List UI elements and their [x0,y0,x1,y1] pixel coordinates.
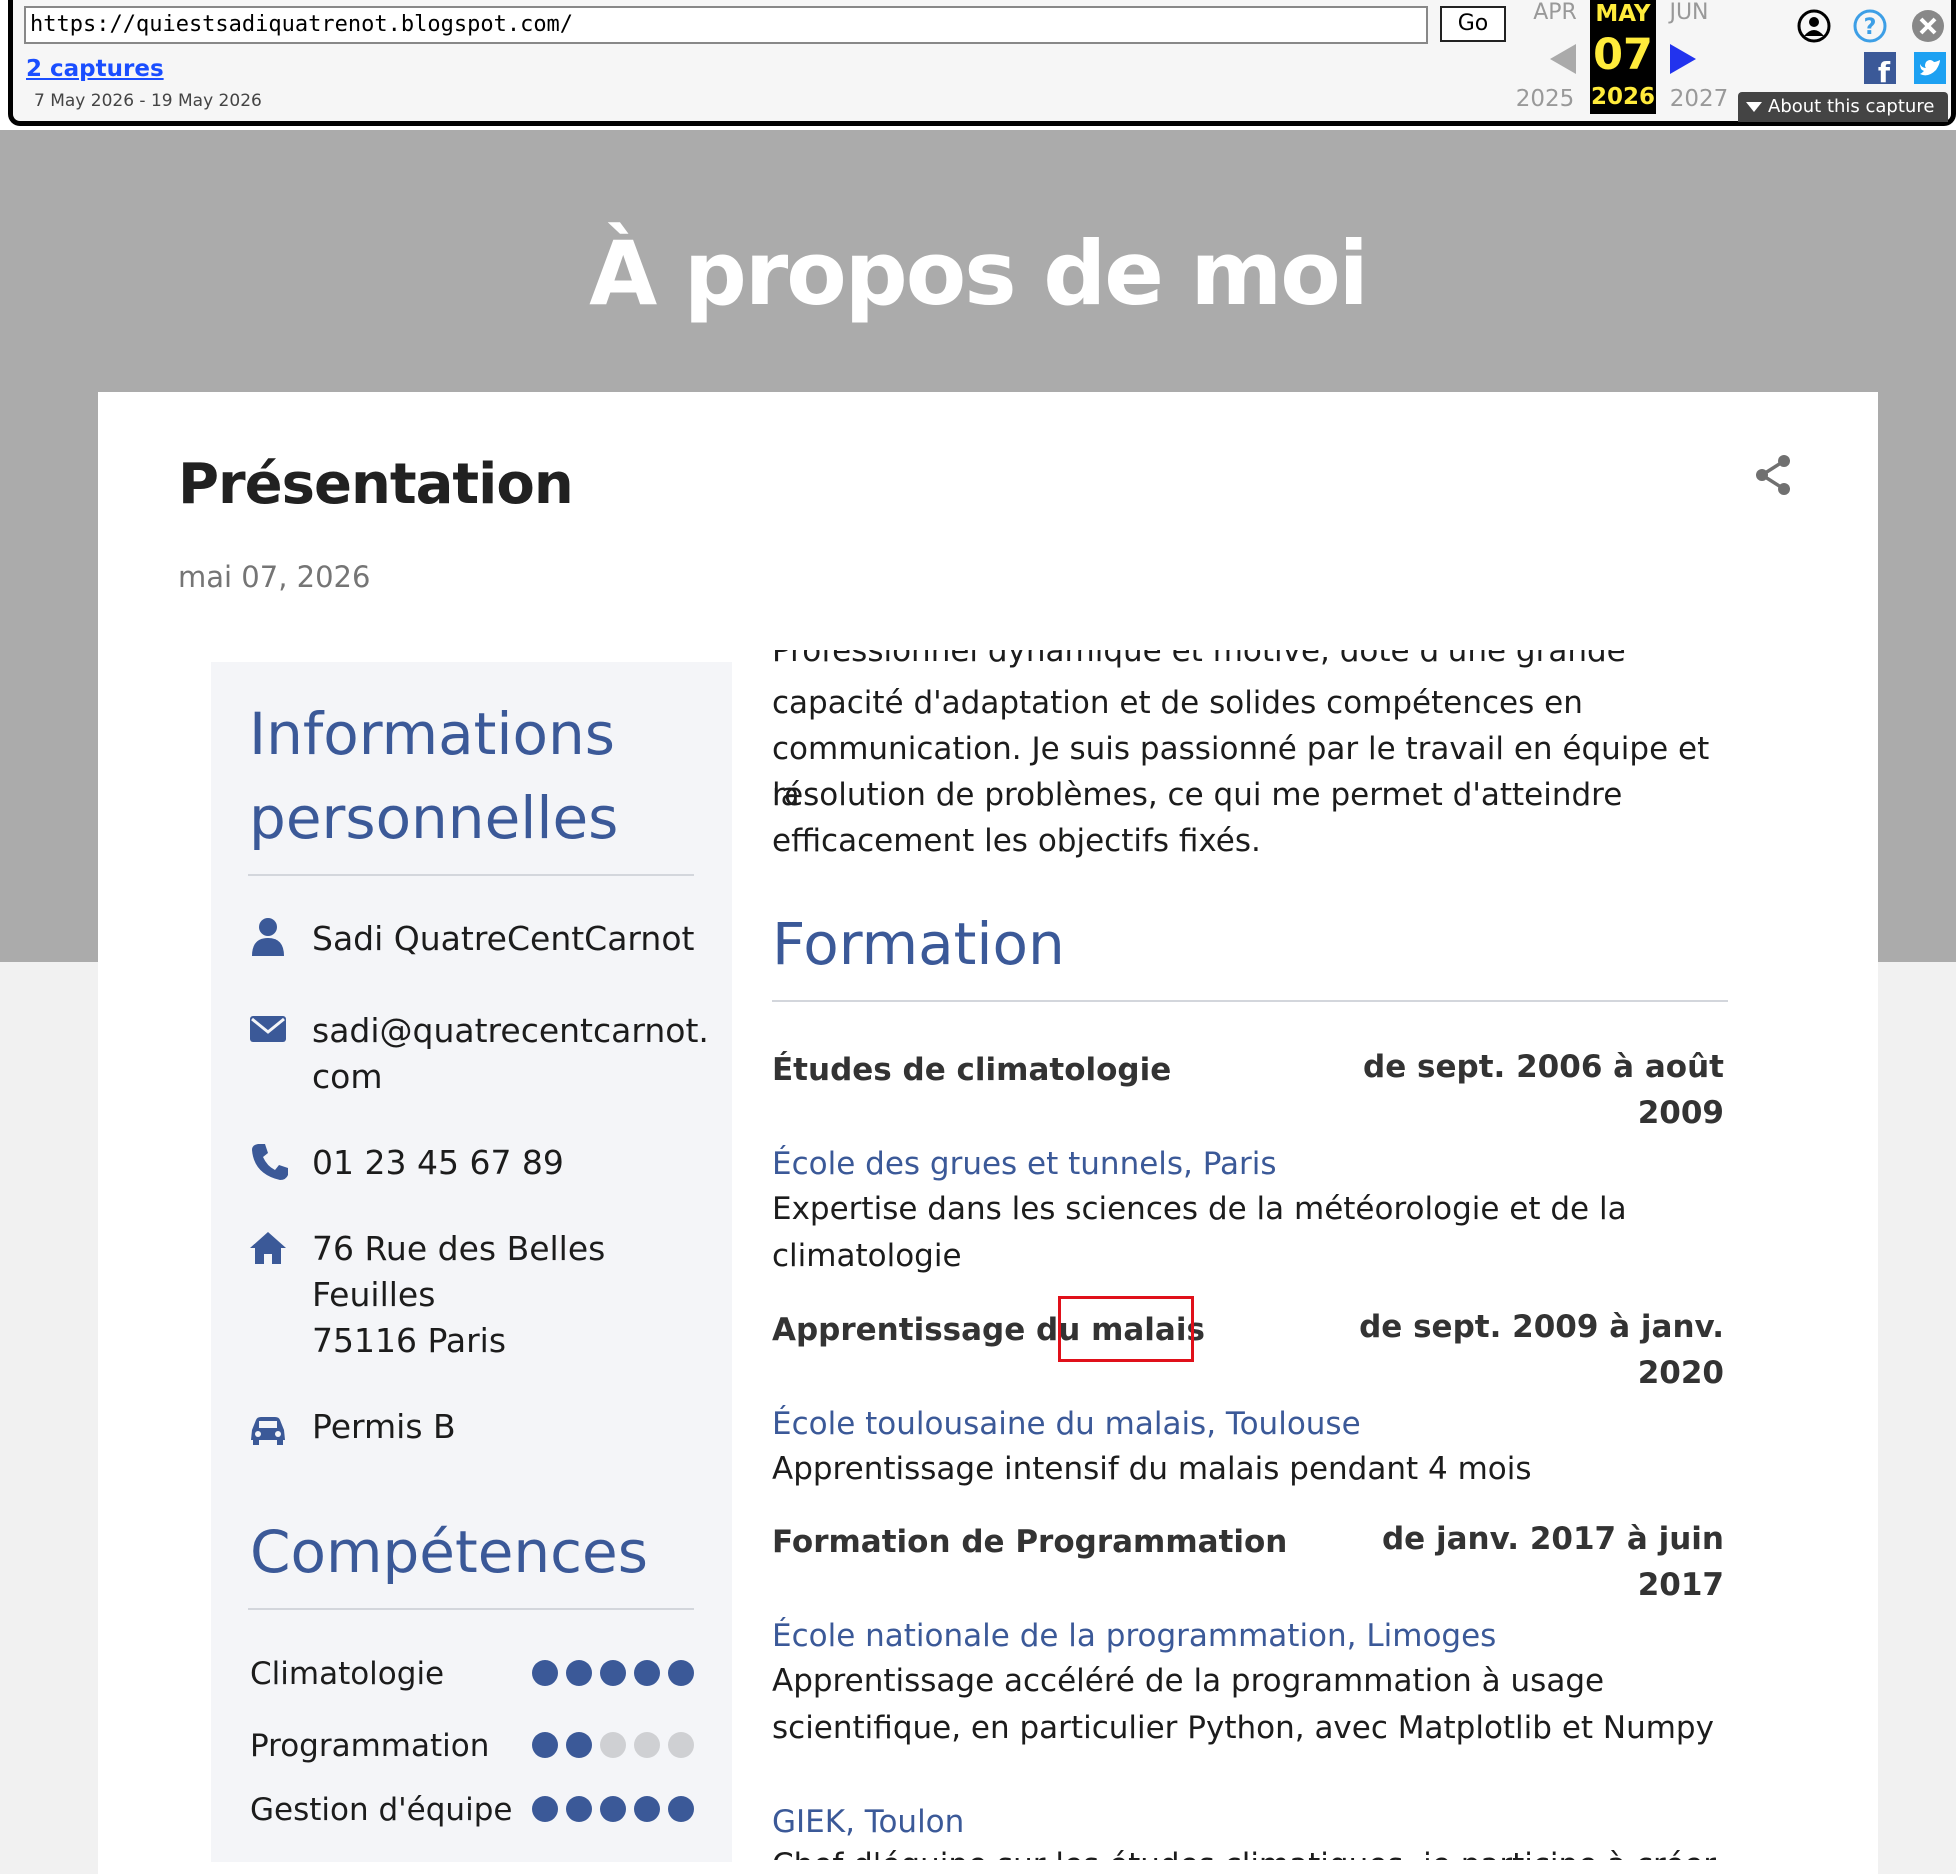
cv-email-line1: sadi@quatrecentcarnot. [312,1011,709,1050]
cv-name: Sadi QuatreCentCarnot [312,919,695,958]
facebook-icon[interactable]: f [1864,52,1896,84]
skill-rating [532,1660,694,1686]
wayback-toolbar: https://quiestsadiquatrenot.blogspot.com… [0,0,1956,130]
rating-dot-filled [566,1732,592,1758]
edu-date-line2: 2017 [1637,1567,1724,1603]
about-capture-label: About this capture [1768,96,1935,117]
info-heading-line2: personnelles [249,784,619,852]
home-icon [250,1232,286,1264]
cv-email-line2: com [312,1057,383,1096]
edu-date-programmation: de janv. 2017 à juin 2017 [1304,1516,1724,1608]
intro-line5: efficacement les objectifs fixés. [772,823,1261,859]
cv-address-line3: 75116 Paris [312,1321,507,1360]
skill-name: Climatologie [250,1656,445,1692]
skill-name: Programmation [250,1728,490,1764]
envelope-icon [250,1016,286,1042]
intro-line-cut: Professionnel dynamique et motivé, doté … [772,650,1626,669]
cv-address-line2: Feuilles [312,1275,436,1314]
current-month: MAY [1595,1,1651,27]
experience-desc-cut: Chef d'équipe sur les études climatiques… [772,1842,1716,1860]
car-icon [251,1417,285,1445]
capture-date-range: 7 May 2026 - 19 May 2026 [34,91,262,111]
skill-rating [532,1732,694,1758]
wayback-go-button[interactable]: Go [1440,6,1506,42]
edu-date-line2: 2009 [1637,1095,1724,1131]
prev-year-label[interactable]: 2025 [1512,86,1578,112]
edu-date-line1: de janv. 2017 à juin [1381,1521,1724,1557]
skill-name: Gestion d'équipe [250,1792,513,1828]
current-year: 2026 [1590,84,1655,110]
edu-date-climatologie: de sept. 2006 à août 2009 [1304,1044,1724,1136]
svg-text:f: f [1878,56,1891,84]
edu-desc-climatologie-line1: Expertise dans les sciences de la météor… [772,1191,1627,1227]
rating-dot-filled [634,1660,660,1686]
experience-employer[interactable]: GIEK, Toulon [772,1804,964,1840]
edu-desc-programmation-line2: scientifique, en particulier Python, ave… [772,1710,1714,1746]
edu-school-programmation[interactable]: École nationale de la programmation, Lim… [772,1618,1496,1654]
info-divider [248,874,694,876]
cv-license: Permis B [312,1407,456,1446]
person-icon [252,918,284,956]
edu-desc-malais: Apprentissage intensif du malais pendant… [772,1451,1532,1487]
wayback-url-input[interactable]: https://quiestsadiquatrenot.blogspot.com… [24,6,1428,44]
phone-icon [252,1144,288,1180]
edu-date-line1: de sept. 2006 à août [1363,1049,1724,1085]
rating-dot-filled [532,1660,558,1686]
edu-desc-programmation-line1: Apprentissage accéléré de la programmati… [772,1663,1605,1699]
rating-dot-filled [566,1660,592,1686]
prev-capture-arrow-icon[interactable] [1548,42,1578,76]
rating-dot-filled [566,1796,592,1822]
edu-school-climatologie[interactable]: École des grues et tunnels, Paris [772,1146,1277,1182]
twitter-icon[interactable] [1914,52,1946,84]
skill-rating [532,1796,694,1822]
cv-phone: 01 23 45 67 89 [312,1143,564,1182]
rating-dot-empty [634,1732,660,1758]
highlight-annotation-box [1058,1296,1194,1362]
edu-date-line2: 2020 [1637,1355,1724,1391]
close-icon[interactable] [1910,8,1946,44]
rating-dot-empty [668,1732,694,1758]
info-heading-line1: Informations [249,700,615,768]
post-title: Présentation [178,452,574,517]
rating-dot-filled [668,1660,694,1686]
intro-line4: résolution de problèmes, ce qui me perme… [772,777,1623,813]
cv-address-line1: 76 Rue des Belles [312,1229,606,1268]
rating-dot-filled [668,1796,694,1822]
rating-dot-filled [532,1732,558,1758]
skills-heading: Compétences [250,1518,648,1586]
skills-divider [248,1608,694,1610]
next-year-label[interactable]: 2027 [1666,86,1732,112]
current-capture-date: MAY 07 2026 [1590,0,1656,114]
edu-desc-climatologie-line2: climatologie [772,1238,962,1274]
next-month-label[interactable]: JUN [1656,0,1722,25]
intro-line2: capacité d'adaptation et de solides comp… [772,685,1583,721]
captures-link[interactable]: 2 captures [26,56,164,82]
post-date[interactable]: mai 07, 2026 [178,560,370,594]
rating-dot-filled [634,1796,660,1822]
about-capture-button[interactable]: About this capture [1738,92,1948,122]
rating-dot-filled [600,1660,626,1686]
svg-text:?: ? [1864,15,1877,40]
cv-main-column: Professionnel dynamique et motivé, doté … [772,650,1732,1860]
formation-divider [772,1000,1728,1002]
prev-month-label[interactable]: APR [1522,0,1588,25]
current-day: 07 [1593,30,1653,80]
rating-dot-filled [532,1796,558,1822]
help-icon[interactable]: ? [1852,8,1888,44]
blog-title[interactable]: À propos de moi [0,222,1956,325]
edu-title-climatologie: Études de climatologie [772,1052,1172,1088]
dropdown-triangle-icon [1746,102,1762,112]
share-icon[interactable] [1752,452,1796,498]
rating-dot-filled [600,1796,626,1822]
edu-date-line1: de sept. 2009 à janv. [1359,1309,1724,1345]
rating-dot-empty [600,1732,626,1758]
account-icon[interactable] [1796,8,1832,44]
edu-date-malais: de sept. 2009 à janv. 2020 [1304,1304,1724,1396]
edu-school-malais[interactable]: École toulousaine du malais, Toulouse [772,1406,1361,1442]
formation-heading: Formation [772,910,1065,978]
next-capture-arrow-icon[interactable] [1668,42,1698,76]
edu-title-programmation: Formation de Programmation [772,1524,1288,1560]
